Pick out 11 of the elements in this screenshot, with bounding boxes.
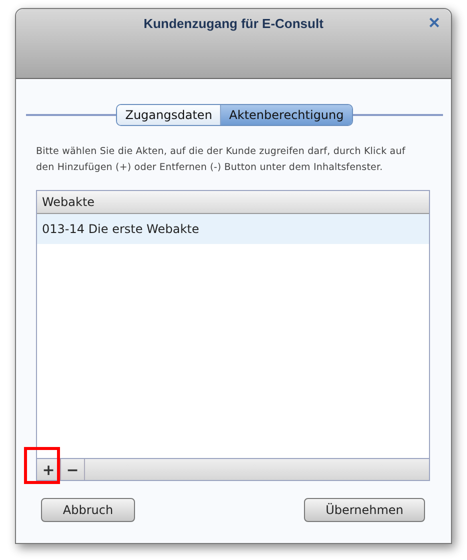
remove-button[interactable]: − [61, 459, 85, 480]
close-button[interactable]: ✕ [428, 14, 441, 32]
cancel-button[interactable]: Abbruch [41, 498, 135, 522]
apply-button[interactable]: Übernehmen [304, 498, 425, 522]
tab[interactable]: Zugangsdaten [117, 105, 220, 125]
table-row[interactable]: 013-14 Die erste Webakte [37, 214, 429, 244]
tab[interactable]: Aktenberechtigung [220, 105, 352, 125]
instruction-text: Bitte wählen Sie die Akten, auf die der Kunde zugreifen darf, durch Klick auf den Hinzufügen (+) oder Entfernen (-) Button unter dem Inhaltsfenster. [36, 145, 406, 175]
window-title: Kundenzugang für E-Consult [144, 16, 324, 31]
add-button[interactable]: + [37, 459, 61, 480]
column-header[interactable]: Webakte [37, 191, 429, 214]
